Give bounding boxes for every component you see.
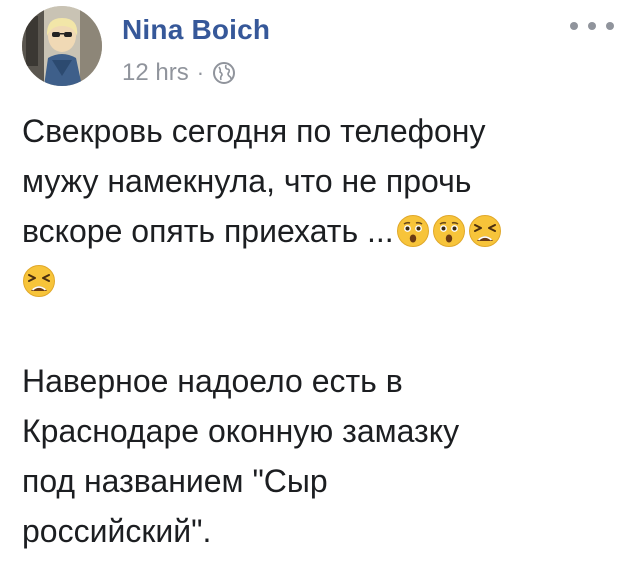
text-line: Свекровь сегодня по телефону [22, 113, 486, 149]
text-line: вскоре опять приехать ... [22, 213, 394, 249]
astonished-face-icon [432, 214, 466, 248]
post-meta: 12 hrs · [122, 58, 236, 88]
post-body: Свекровь сегодня по телефону мужу намекн… [22, 106, 622, 556]
facebook-post: Nina Boich 12 hrs · Свекровь сегодня по … [0, 0, 640, 572]
author-name[interactable]: Nina Boich [122, 14, 270, 46]
tired-face-icon [22, 264, 56, 298]
text-line: мужу намекнула, что не прочь [22, 163, 472, 199]
text-line: Краснодаре оконную замазку [22, 413, 460, 449]
avatar[interactable] [22, 6, 102, 86]
globe-icon[interactable] [212, 61, 236, 85]
astonished-face-icon [396, 214, 430, 248]
post-paragraph: Свекровь сегодня по телефону мужу намекн… [22, 106, 622, 306]
meta-separator: · [196, 60, 205, 85]
avatar-photo [22, 6, 102, 86]
text-line: под названием "Сыр [22, 463, 328, 499]
more-options-button[interactable] [570, 16, 614, 36]
text-line: Наверное надоело есть в [22, 363, 403, 399]
post-header: Nina Boich 12 hrs · [22, 6, 622, 90]
tired-face-icon [468, 214, 502, 248]
more-horiz-icon [570, 22, 578, 30]
post-timestamp[interactable]: 12 hrs [122, 59, 189, 87]
post-paragraph: Наверное надоело есть в Краснодаре оконн… [22, 356, 622, 556]
text-line: российский". [22, 513, 212, 549]
